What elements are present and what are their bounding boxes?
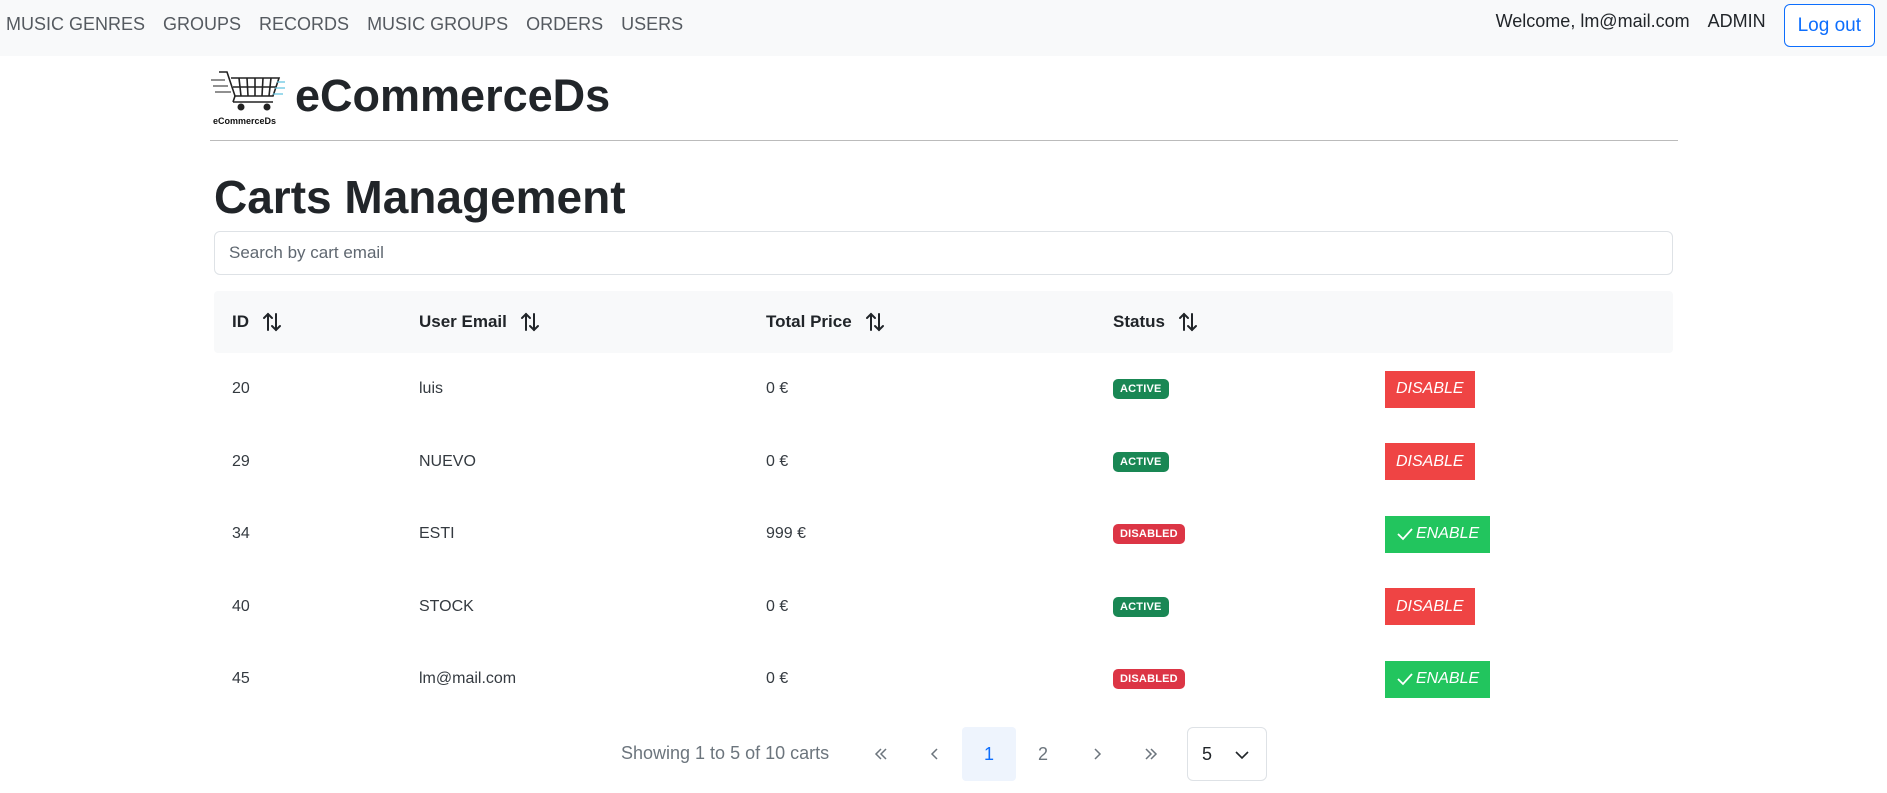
page-size-select[interactable]: 5: [1187, 727, 1267, 781]
header-price-label: Total Price: [766, 312, 852, 331]
header-price[interactable]: Total Price: [766, 311, 886, 333]
enable-button[interactable]: ENABLE: [1385, 660, 1491, 698]
cell-id: 45: [232, 670, 250, 688]
next-page-button[interactable]: [1070, 727, 1124, 781]
cell-email: NUEVO: [419, 452, 476, 470]
page-button-1[interactable]: 1: [962, 727, 1016, 781]
cell-id: 20: [232, 380, 250, 398]
page-button-2[interactable]: 2: [1016, 727, 1070, 781]
brand: eCommerceDs eCommerceDs: [211, 66, 610, 126]
check-icon: [1397, 528, 1413, 541]
pagination-summary: Showing 1 to 5 of 10 carts: [621, 743, 830, 763]
logo-caption: eCommerceDs: [213, 116, 277, 126]
enable-button-label: ENABLE: [1416, 525, 1480, 543]
pagination: Showing 1 to 5 of 10 carts 1 2 5: [0, 727, 1887, 782]
header-divider: [210, 140, 1678, 141]
chevron-down-icon: [1235, 751, 1249, 760]
nav-link-music-genres[interactable]: MUSIC GENRES: [6, 14, 145, 35]
cell-id: 40: [232, 597, 250, 615]
cell-email: luis: [419, 380, 444, 398]
header-status-label: Status: [1113, 312, 1165, 331]
chevron-left-icon: [930, 748, 938, 760]
header-email[interactable]: User Email: [419, 311, 541, 333]
double-chevron-left-icon: [874, 748, 887, 760]
nav-link-users[interactable]: USERS: [621, 14, 683, 35]
status-badge: DISABLED: [1113, 524, 1185, 545]
double-chevron-right-icon: [1145, 748, 1158, 760]
disable-button[interactable]: DISABLE: [1385, 588, 1475, 626]
brand-name[interactable]: eCommerceDs: [295, 70, 610, 122]
table-row: 20 luis 0 € ACTIVE DISABLE: [214, 353, 1673, 426]
check-icon: [1397, 673, 1413, 686]
table-row: 45 lm@mail.com 0 € DISABLED ENABLE: [214, 643, 1673, 716]
disable-button-label: DISABLE: [1396, 452, 1464, 470]
welcome-text: Welcome, lm@mail.com: [1495, 11, 1690, 31]
nav-user-area: Welcome, lm@mail.com ADMIN Log out: [1496, 4, 1875, 47]
table-header: ID User Email Total Price Status: [214, 291, 1673, 353]
disable-button-label: DISABLE: [1396, 597, 1464, 615]
header-email-label: User Email: [419, 312, 507, 331]
last-page-button[interactable]: [1124, 727, 1178, 781]
sort-arrows-icon[interactable]: [1177, 311, 1199, 333]
cart-logo-icon: eCommerceDs: [211, 66, 287, 126]
header-id-label: ID: [232, 312, 249, 331]
table-row: 29 NUEVO 0 € ACTIVE DISABLE: [214, 426, 1673, 499]
search-input[interactable]: [214, 231, 1673, 275]
sort-arrows-icon[interactable]: [261, 311, 283, 333]
table-row: 40 STOCK 0 € ACTIVE DISABLE: [214, 571, 1673, 644]
nav-links: MUSIC GENRES GROUPS RECORDS MUSIC GROUPS…: [6, 14, 683, 35]
enable-button-label: ENABLE: [1416, 670, 1480, 688]
cell-price: 0 €: [766, 670, 789, 688]
nav-link-records[interactable]: RECORDS: [259, 14, 349, 35]
status-badge: ACTIVE: [1113, 379, 1169, 400]
cell-id: 34: [232, 525, 250, 543]
sort-arrows-icon[interactable]: [519, 311, 541, 333]
cell-price: 0 €: [766, 452, 789, 470]
prev-page-button[interactable]: [908, 727, 962, 781]
nav-link-orders[interactable]: ORDERS: [526, 14, 603, 35]
disable-button-label: DISABLE: [1396, 380, 1464, 398]
role-label: ADMIN: [1707, 11, 1766, 31]
nav-link-groups[interactable]: GROUPS: [163, 14, 241, 35]
status-badge: DISABLED: [1113, 669, 1185, 690]
enable-button[interactable]: ENABLE: [1385, 515, 1491, 553]
cell-price: 999 €: [766, 525, 807, 543]
logout-button[interactable]: Log out: [1783, 4, 1875, 47]
cell-email: lm@mail.com: [419, 670, 517, 688]
page-title: Carts Management: [214, 171, 626, 223]
cell-price: 0 €: [766, 380, 789, 398]
status-badge: ACTIVE: [1113, 596, 1169, 617]
cell-price: 0 €: [766, 597, 789, 615]
disable-button[interactable]: DISABLE: [1385, 370, 1475, 408]
header-id[interactable]: ID: [232, 311, 283, 333]
chevron-right-icon: [1094, 748, 1102, 760]
cell-email: ESTI: [419, 525, 455, 543]
nav-link-music-groups[interactable]: MUSIC GROUPS: [367, 14, 508, 35]
cell-email: STOCK: [419, 597, 474, 615]
status-badge: ACTIVE: [1113, 451, 1169, 472]
cell-id: 29: [232, 452, 250, 470]
table-row: 34 ESTI 999 € DISABLED ENABLE: [214, 498, 1673, 571]
page-size-value: 5: [1202, 743, 1213, 764]
carts-table: ID User Email Total Price Status 20 luis…: [214, 291, 1673, 716]
disable-button[interactable]: DISABLE: [1385, 443, 1475, 481]
sort-arrows-icon[interactable]: [864, 311, 886, 333]
first-page-button[interactable]: [854, 727, 908, 781]
header-status[interactable]: Status: [1113, 311, 1199, 333]
top-navbar: MUSIC GENRES GROUPS RECORDS MUSIC GROUPS…: [0, 0, 1887, 56]
